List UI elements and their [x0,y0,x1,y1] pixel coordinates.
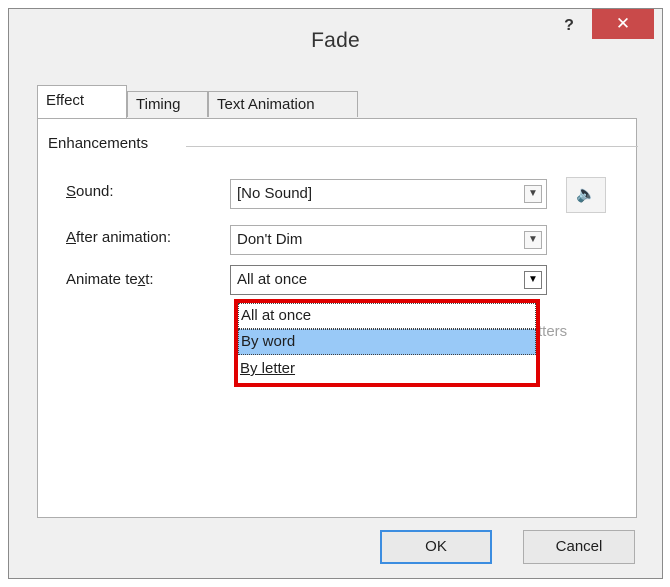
help-button[interactable]: ? [549,9,589,43]
after-animation-value: Don't Dim [237,231,303,248]
fade-dialog: Fade ? ✕ Effect Timing Text Animation En… [8,8,663,579]
ok-button[interactable]: OK [380,530,492,564]
obscured-text: tters [538,323,568,340]
animate-text-dropdown-list: All at once By word By letter [234,299,540,387]
group-divider [186,146,638,147]
title-bar: Fade ? ✕ [9,9,662,69]
after-animation-label: After animation: [66,229,172,246]
sound-label: Sound: [66,183,114,200]
chevron-down-icon[interactable]: ▼ [524,185,542,203]
animate-text-value: All at once [237,271,308,288]
animate-text-label: Animate text: [66,271,154,288]
sound-select[interactable]: [No Sound] ▼ [230,179,547,209]
dropdown-option-all-at-once[interactable]: All at once [238,303,536,329]
sound-select-value: [No Sound] [237,185,313,202]
close-icon: ✕ [615,14,631,33]
effect-panel: Enhancements Sound: [No Sound] ▼ 🔈 After… [37,118,638,518]
cancel-button[interactable]: Cancel [523,530,635,564]
dropdown-option-by-letter[interactable]: By letter [238,357,536,383]
chevron-down-icon[interactable]: ▼ [524,231,542,249]
enhancements-group-label: Enhancements [48,135,149,152]
speaker-icon: 🔈 [576,186,596,203]
animate-text-select[interactable]: All at once ▼ [230,265,547,295]
chevron-down-icon[interactable]: ▼ [524,271,542,289]
close-button[interactable]: ✕ [592,9,654,39]
speaker-button[interactable]: 🔈 [566,177,606,213]
tab-text-animation[interactable]: Text Animation [208,91,358,117]
tab-timing[interactable]: Timing [127,91,208,117]
after-animation-select[interactable]: Don't Dim ▼ [230,225,547,255]
tab-effect[interactable]: Effect [37,85,127,118]
dropdown-option-by-word[interactable]: By word [238,329,536,355]
